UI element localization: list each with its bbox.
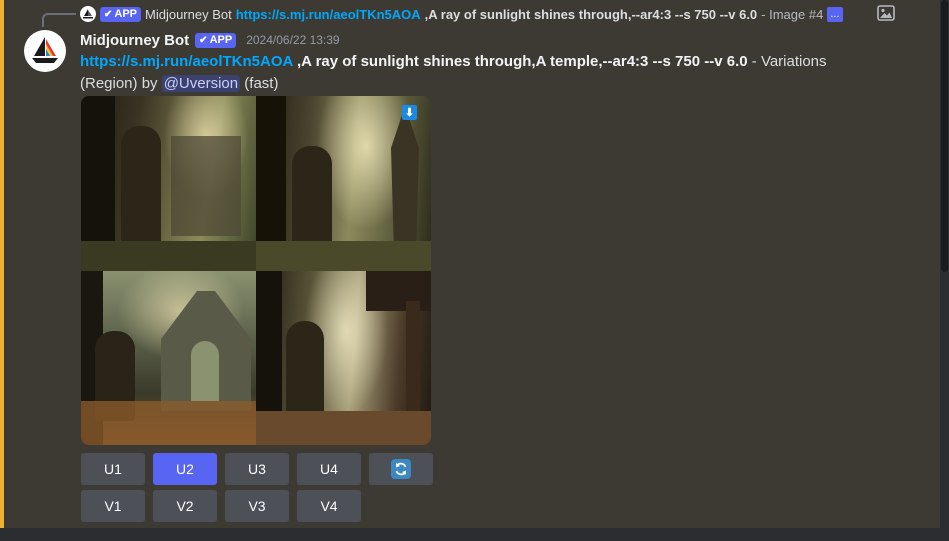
- reply-preview[interactable]: ✔ APP Midjourney Bot https://s.mj.run/ae…: [80, 4, 843, 24]
- reply-ellipsis[interactable]: ...: [827, 6, 843, 22]
- arch-shape: [191, 341, 219, 401]
- image-tile-3[interactable]: [81, 271, 256, 445]
- timestamp: 2024/06/22 13:39: [246, 33, 340, 47]
- check-icon: ✔: [104, 8, 113, 20]
- upscale-button-u3[interactable]: U3: [225, 453, 289, 485]
- scrollbar-thumb[interactable]: [941, 0, 948, 272]
- variation-button-v4[interactable]: V4: [297, 490, 361, 522]
- bottom-strip: [0, 528, 949, 541]
- username[interactable]: Midjourney Bot: [80, 32, 189, 49]
- message-container: ✔ APP Midjourney Bot https://s.mj.run/ae…: [0, 0, 940, 528]
- reroll-button[interactable]: [369, 453, 433, 485]
- statue-shape: [286, 321, 324, 421]
- sailboat-icon: [83, 9, 93, 19]
- reply-spine: [42, 13, 76, 27]
- reply-app-badge: ✔ APP: [100, 6, 142, 22]
- image-icon[interactable]: [877, 5, 895, 21]
- refresh-icon: [391, 459, 411, 479]
- variation-button-v3[interactable]: V3: [225, 490, 289, 522]
- message-content: https://s.mj.run/aeolTKn5AOA ,A ray of s…: [80, 51, 880, 95]
- speed-label: (fast): [240, 75, 279, 92]
- image-grid[interactable]: ⬇: [81, 96, 431, 445]
- pagoda-shape: [391, 106, 419, 246]
- prompt-text: ,A ray of sunlight shines through,A temp…: [292, 53, 748, 70]
- reply-avatar[interactable]: [80, 6, 96, 22]
- column-shape: [406, 301, 420, 421]
- sailboat-icon: [32, 37, 58, 63]
- reply-link[interactable]: https://s.mj.run/aeolTKn5AOA: [236, 7, 421, 22]
- variation-button-v1[interactable]: V1: [81, 490, 145, 522]
- upscale-button-u1[interactable]: U1: [81, 453, 145, 485]
- upscale-button-u2[interactable]: U2: [153, 453, 217, 485]
- message-header: Midjourney Bot ✔ APP 2024/06/22 13:39: [80, 30, 340, 50]
- ground-shape: [81, 401, 256, 445]
- roof-shape: [366, 271, 431, 311]
- badge-label: APP: [209, 34, 233, 46]
- reply-author[interactable]: Midjourney Bot: [145, 7, 232, 22]
- upscale-button-row: U1 U2 U3 U4: [81, 453, 433, 485]
- ground-shape: [81, 241, 256, 271]
- ground-shape: [256, 411, 431, 445]
- prompt-link[interactable]: https://s.mj.run/aeolTKn5AOA: [80, 53, 293, 70]
- ground-shape: [256, 241, 431, 271]
- image-tile-4[interactable]: [256, 271, 431, 445]
- statue-shape: [292, 146, 332, 246]
- download-icon[interactable]: ⬇: [402, 105, 417, 120]
- temple-shape: [171, 136, 241, 236]
- image-tile-2[interactable]: [256, 96, 431, 271]
- scrollbar[interactable]: [940, 0, 949, 528]
- upscale-button-u4[interactable]: U4: [297, 453, 361, 485]
- app-badge: ✔ APP: [195, 32, 237, 48]
- reply-badge-label: APP: [114, 8, 138, 20]
- user-mention[interactable]: @Uversion: [161, 75, 241, 92]
- check-icon: ✔: [199, 34, 208, 46]
- statue-shape: [121, 126, 161, 246]
- reply-suffix: - Image #4: [761, 6, 824, 22]
- variation-button-row: V1 V2 V3 V4: [81, 490, 361, 522]
- variation-button-v2[interactable]: V2: [153, 490, 217, 522]
- reply-prompt: ,A ray of sunlight shines through,--ar4:…: [424, 6, 758, 22]
- image-tile-1[interactable]: [81, 96, 256, 271]
- bot-avatar[interactable]: [24, 30, 66, 72]
